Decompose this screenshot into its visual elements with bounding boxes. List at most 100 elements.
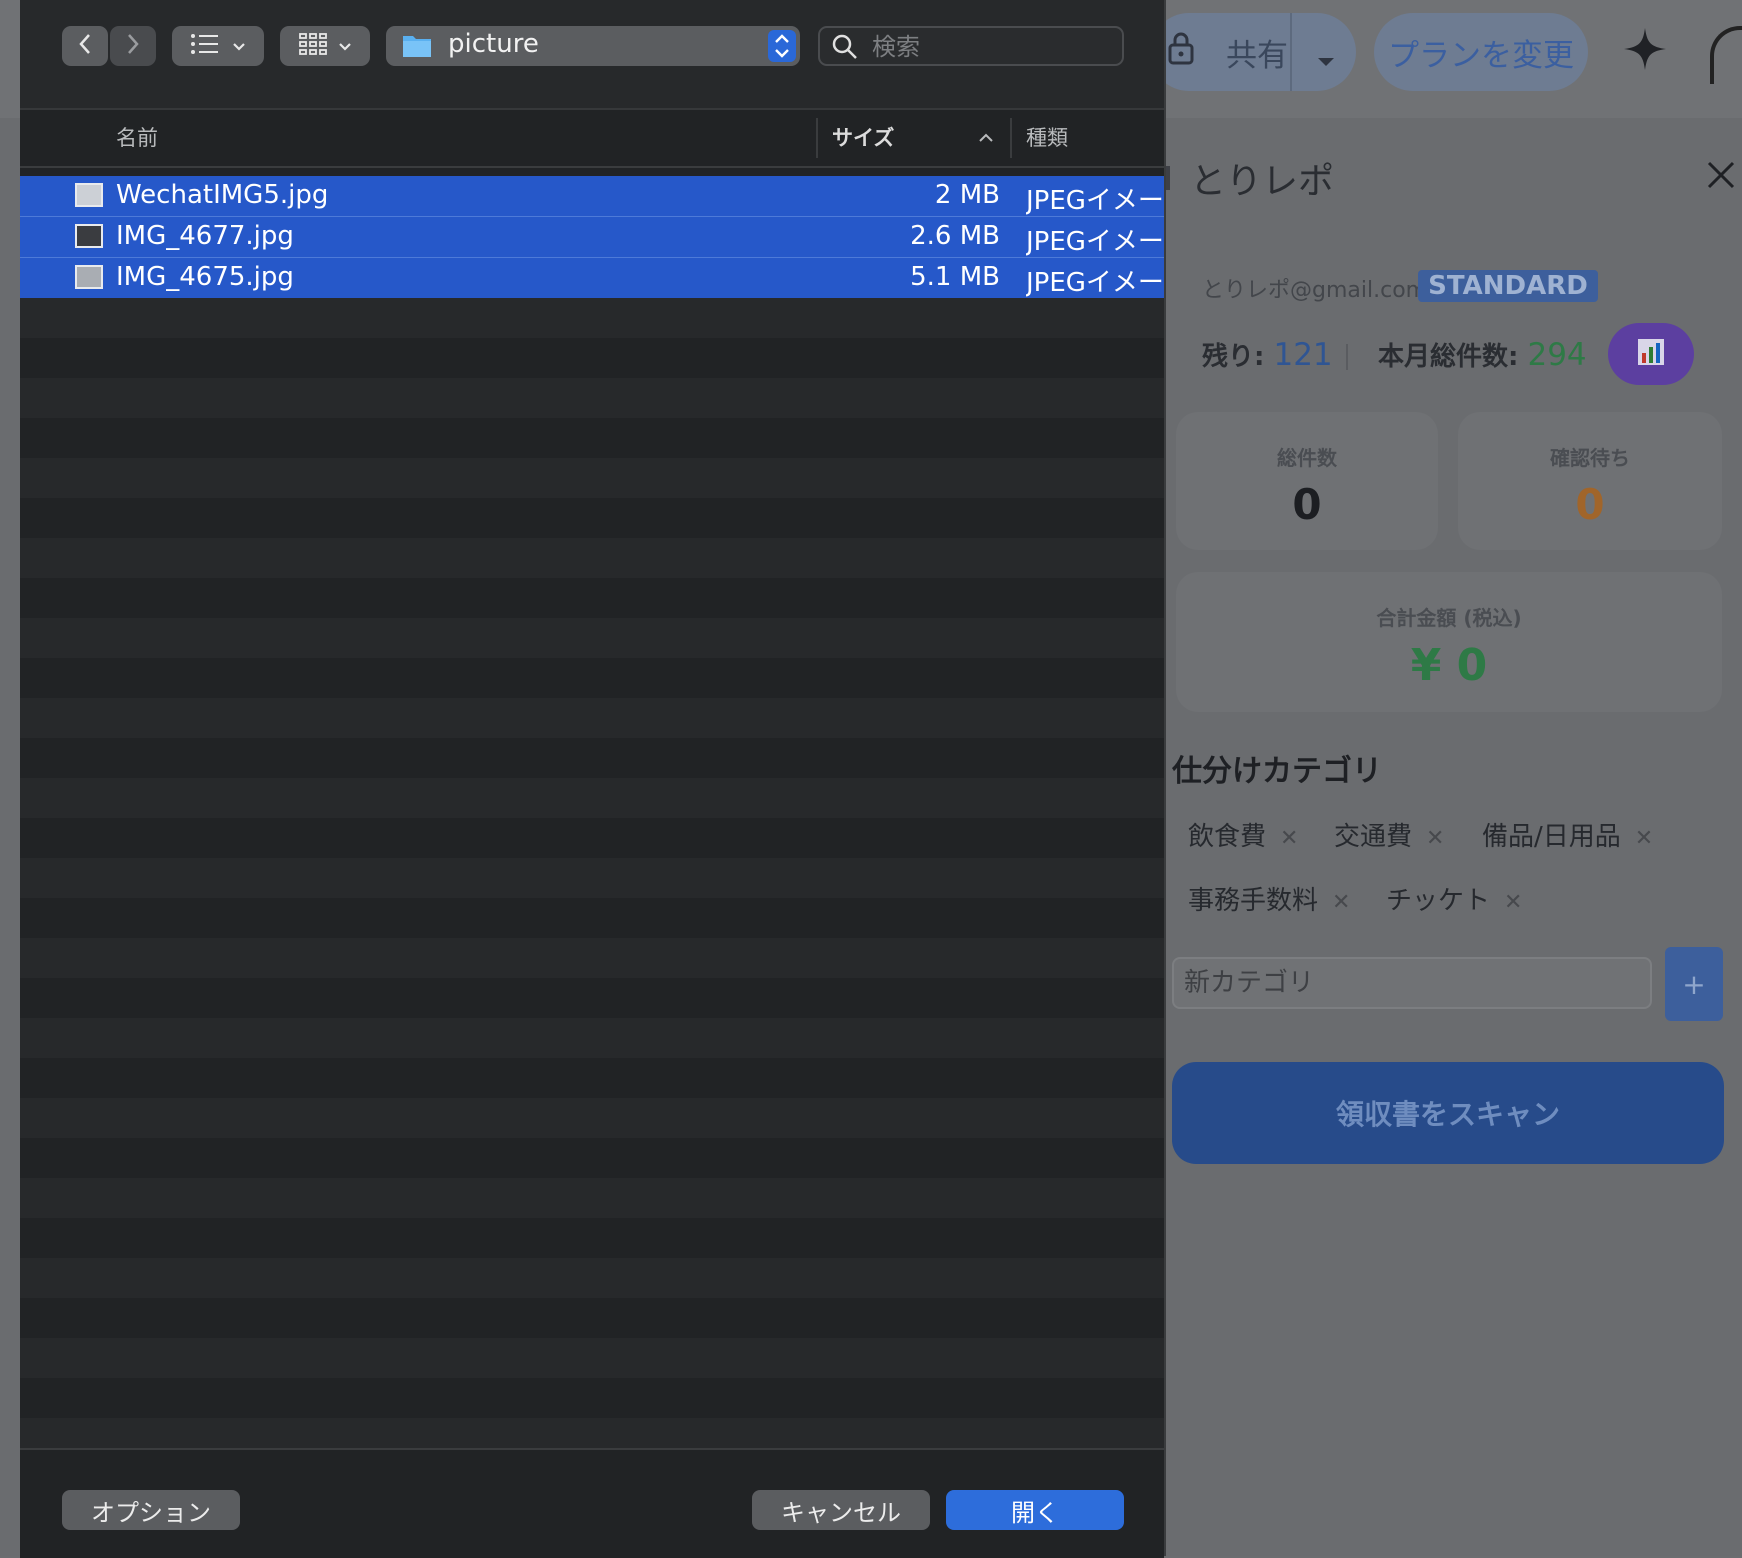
remove-tag-icon[interactable]: ✕ <box>1280 826 1298 851</box>
share-divider <box>1290 13 1292 91</box>
empty-row <box>20 1018 1164 1058</box>
empty-row <box>20 1058 1164 1098</box>
empty-row <box>20 1178 1164 1218</box>
file-name: IMG_4675.jpg <box>116 262 294 292</box>
column-kind[interactable]: 種類 <box>1026 122 1068 152</box>
empty-row <box>20 1378 1164 1418</box>
category-tag-label: 備品/日用品 <box>1482 822 1621 852</box>
pending-card: 確認待ち 0 <box>1458 412 1722 550</box>
remaining-value: 121 <box>1273 337 1333 373</box>
group-view-button[interactable] <box>280 26 370 66</box>
grid-icon <box>298 32 328 60</box>
folder-icon <box>402 32 432 62</box>
empty-row <box>20 1098 1164 1138</box>
pending-value: 0 <box>1575 480 1605 529</box>
sort-ascending-icon <box>978 128 994 147</box>
cancel-button[interactable]: キャンセル <box>752 1490 930 1530</box>
empty-row <box>20 578 1164 618</box>
chevron-down-icon <box>338 37 352 56</box>
remove-tag-icon[interactable]: ✕ <box>1635 826 1653 851</box>
empty-row <box>20 1258 1164 1298</box>
scan-receipt-button[interactable]: 領収書をスキャン <box>1172 1062 1724 1164</box>
category-tag: チッケト ✕ <box>1386 880 1522 917</box>
plan-badge: STANDARD <box>1418 270 1598 302</box>
file-row[interactable]: WechatIMG5.jpg 2 MB JPEGイメージ <box>20 176 1164 216</box>
stat-divider <box>1346 344 1348 370</box>
empty-row <box>20 738 1164 778</box>
chevron-down-icon <box>232 37 246 56</box>
location-label: picture <box>448 29 539 59</box>
change-plan-button[interactable]: プランを変更 <box>1374 13 1588 91</box>
total-amount-card: 合計金額 (税込) ¥ 0 <box>1176 572 1722 712</box>
empty-row <box>20 1298 1164 1338</box>
column-divider <box>1010 118 1012 158</box>
new-category-input[interactable]: 新カテゴリ <box>1172 957 1652 1009</box>
forward-button[interactable] <box>110 26 156 66</box>
caret-down-icon[interactable] <box>1316 41 1336 77</box>
file-kind: JPEGイメージ <box>1026 227 1164 257</box>
empty-row <box>20 298 1164 338</box>
empty-row <box>20 778 1164 818</box>
empty-row <box>20 338 1164 378</box>
category-tag: 備品/日用品 ✕ <box>1482 816 1653 853</box>
empty-row <box>20 1138 1164 1178</box>
remove-tag-icon[interactable]: ✕ <box>1332 890 1350 915</box>
empty-row <box>20 418 1164 458</box>
app-title: とりレポ <box>1190 161 1335 202</box>
category-tag-label: 交通費 <box>1334 822 1413 852</box>
empty-row <box>20 378 1164 418</box>
file-row[interactable]: IMG_4677.jpg 2.6 MB JPEGイメージ <box>20 216 1164 257</box>
category-tag: 飲食費 ✕ <box>1188 816 1298 853</box>
total-count-label: 総件数 <box>1277 446 1337 470</box>
add-category-button[interactable]: + <box>1665 947 1723 1021</box>
file-size: 2.6 MB <box>910 221 1000 251</box>
location-popup[interactable]: picture <box>386 26 800 66</box>
month-total-value: 294 <box>1527 337 1587 373</box>
remaining-label: 残り: <box>1202 342 1265 372</box>
list-view-button[interactable] <box>172 26 264 66</box>
search-field[interactable] <box>818 26 1124 66</box>
remaining-count: 残り: 121 <box>1202 336 1333 373</box>
total-count-value: 0 <box>1292 480 1322 529</box>
category-tag-label: 事務手数料 <box>1188 886 1319 916</box>
remove-tag-icon[interactable]: ✕ <box>1504 890 1522 915</box>
image-file-icon <box>75 224 103 248</box>
column-size[interactable]: サイズ <box>832 122 894 152</box>
column-header: 名前 サイズ 種類 <box>20 110 1164 168</box>
share-button[interactable]: 共有 <box>1150 13 1356 91</box>
category-tag-label: チッケト <box>1386 886 1491 916</box>
file-list[interactable]: WechatIMG5.jpg 2 MB JPEGイメージ IMG_4677.jp… <box>20 176 1164 1448</box>
lock-icon <box>1168 31 1208 73</box>
close-icon[interactable] <box>1706 160 1736 194</box>
empty-row <box>20 698 1164 738</box>
file-open-dialog: picture 名前 サイズ 種類 WechatIMG5.jpg 2 MB JP… <box>20 0 1166 1558</box>
search-input[interactable] <box>870 31 1114 63</box>
list-icon <box>190 33 220 59</box>
empty-list-area <box>20 298 1164 1448</box>
empty-row <box>20 538 1164 578</box>
empty-row <box>20 898 1164 938</box>
building-icon[interactable] <box>1710 26 1742 84</box>
empty-row <box>20 858 1164 898</box>
empty-row <box>20 1418 1164 1448</box>
empty-row <box>20 818 1164 858</box>
empty-row <box>20 458 1164 498</box>
file-kind: JPEGイメージ <box>1026 186 1164 216</box>
file-row[interactable]: IMG_4675.jpg 5.1 MB JPEGイメージ <box>20 257 1164 298</box>
empty-row <box>20 978 1164 1018</box>
open-button[interactable]: 開く <box>946 1490 1124 1530</box>
back-button[interactable] <box>62 26 108 66</box>
chevron-left-icon <box>77 32 93 60</box>
file-name: IMG_4677.jpg <box>116 221 294 251</box>
total-count-card: 総件数 0 <box>1176 412 1438 550</box>
sparkle-icon[interactable] <box>1622 26 1668 76</box>
empty-row <box>20 1218 1164 1258</box>
stats-button[interactable] <box>1608 323 1694 385</box>
user-email: とりレポ@gmail.com <box>1202 278 1428 303</box>
empty-row <box>20 618 1164 658</box>
options-button[interactable]: オプション <box>62 1490 240 1530</box>
empty-row <box>20 1338 1164 1378</box>
remove-tag-icon[interactable]: ✕ <box>1426 826 1444 851</box>
dialog-toolbar: picture <box>20 0 1164 110</box>
column-name[interactable]: 名前 <box>116 122 158 152</box>
